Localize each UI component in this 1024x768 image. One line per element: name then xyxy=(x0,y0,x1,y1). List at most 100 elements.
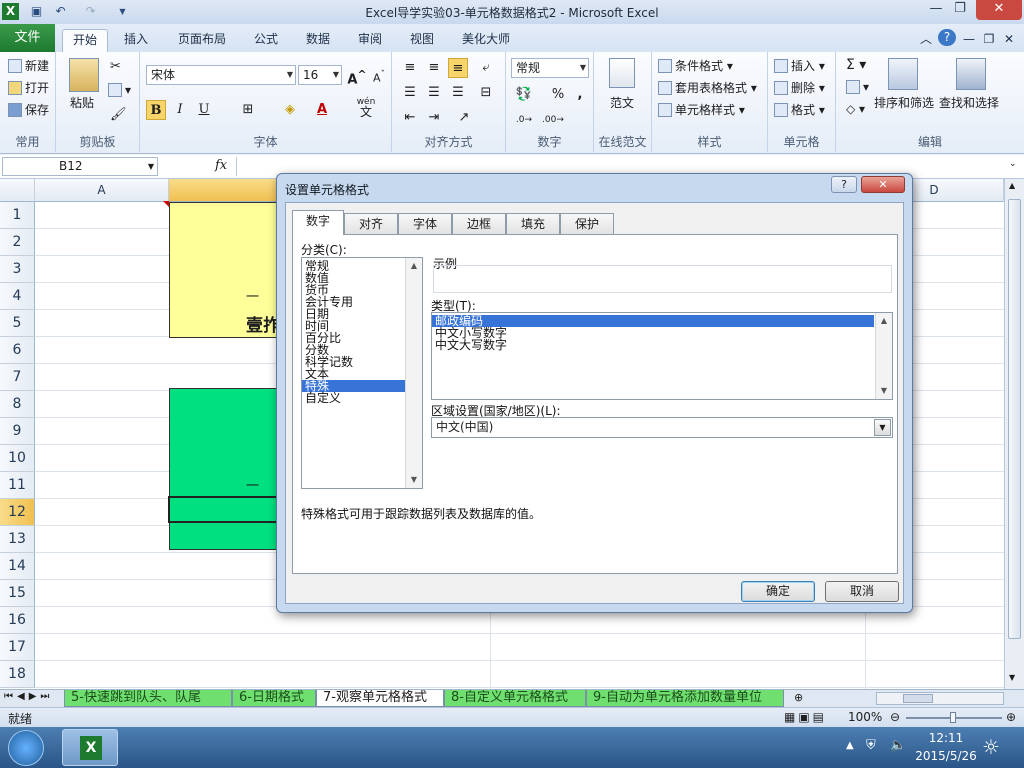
doc-close-icon[interactable]: ✕ xyxy=(1002,29,1016,52)
scroll-down-icon[interactable]: ▼ xyxy=(406,472,422,488)
row-header[interactable]: 10 xyxy=(0,445,35,472)
align-left-icon[interactable]: ☰ xyxy=(400,83,420,103)
format-painter-icon[interactable]: 🖌 xyxy=(110,107,127,122)
comma-button[interactable]: , xyxy=(570,85,590,105)
network-icon[interactable]: ⛨ xyxy=(866,738,876,753)
row-header[interactable]: 16 xyxy=(0,607,35,634)
sheet-tab-6[interactable]: 6-日期格式 xyxy=(232,690,316,707)
font-color-icon[interactable]: A xyxy=(312,100,332,120)
start-button[interactable] xyxy=(8,730,44,766)
tab-file[interactable]: 文件 xyxy=(0,24,55,52)
align-middle-icon[interactable]: ≡ xyxy=(424,58,444,78)
name-box[interactable]: B12 ▼ xyxy=(2,157,158,176)
phonetic-icon[interactable]: wén 文 xyxy=(352,97,380,118)
zoom-slider[interactable] xyxy=(906,712,1002,723)
collapse-ribbon-icon[interactable]: ︿ xyxy=(918,29,934,52)
paste-icon[interactable] xyxy=(69,58,99,92)
save-button[interactable]: 保存 xyxy=(8,101,49,118)
dialog-tab-font[interactable]: 字体 xyxy=(398,213,452,234)
row-header[interactable]: 7 xyxy=(0,364,35,391)
tab-data[interactable]: 数据 xyxy=(298,29,338,52)
copy-icon[interactable]: ▾ xyxy=(108,83,131,97)
taskbar-excel-button[interactable]: X xyxy=(62,729,118,766)
sort-filter-button[interactable]: 排序和筛选 xyxy=(874,94,934,111)
row-header[interactable]: 14 xyxy=(0,553,35,580)
zoom-out-icon[interactable]: ⊖ xyxy=(890,710,900,724)
align-bottom-icon[interactable]: ≡ xyxy=(448,58,468,78)
orientation-icon[interactable]: ↗ xyxy=(454,108,474,128)
increase-decimal-icon[interactable]: .0→ xyxy=(514,110,534,130)
new-sheet-icon[interactable]: ⊕ xyxy=(794,691,803,704)
scroll-up-icon[interactable]: ▲ xyxy=(876,313,892,329)
zoom-level[interactable]: 100% xyxy=(848,710,882,724)
underline-button[interactable]: U xyxy=(194,100,214,120)
clock-time[interactable]: 12:11 xyxy=(914,731,978,745)
tab-view[interactable]: 视图 xyxy=(402,29,442,52)
increase-indent-icon[interactable]: ⇥ xyxy=(424,108,444,128)
cut-icon[interactable]: ✂ xyxy=(110,59,121,74)
font-size-select[interactable]: 16 ▼ xyxy=(298,65,342,85)
tab-home[interactable]: 开始 xyxy=(62,29,108,52)
type-scrollbar[interactable]: ▲ ▼ xyxy=(875,313,892,399)
decrease-decimal-icon[interactable]: .00→ xyxy=(542,110,564,130)
scroll-thumb[interactable] xyxy=(1008,199,1021,639)
merge-center-icon[interactable]: ⊟ xyxy=(476,83,496,103)
type-item[interactable]: 中文大写数字 xyxy=(432,339,874,351)
row-header[interactable]: 1 xyxy=(0,202,35,229)
scroll-up-icon[interactable]: ▲ xyxy=(1009,181,1015,190)
align-right-icon[interactable]: ☰ xyxy=(448,83,468,103)
active-cell-b12[interactable] xyxy=(168,496,280,523)
type-list[interactable]: 邮政编码 中文小写数字 中文大写数字 ▲ ▼ xyxy=(431,312,893,400)
close-window-button[interactable]: ✕ xyxy=(976,0,1022,20)
zoom-in-icon[interactable]: ⊕ xyxy=(1006,710,1016,724)
row-header[interactable]: 15 xyxy=(0,580,35,607)
restore-button[interactable]: ❐ xyxy=(945,0,975,20)
number-format-select[interactable]: 常规 ▼ xyxy=(511,58,589,78)
tab-beautify[interactable]: 美化大师 xyxy=(454,29,518,52)
autosum-icon[interactable]: Σ ▾ xyxy=(846,57,866,73)
row-header[interactable]: 6 xyxy=(0,337,35,364)
cancel-button[interactable]: 取消 xyxy=(825,581,899,602)
category-item[interactable]: 自定义 xyxy=(302,392,422,404)
shrink-font-icon[interactable]: Aˇ xyxy=(369,65,389,85)
percent-button[interactable]: % xyxy=(548,85,568,105)
scroll-up-icon[interactable]: ▲ xyxy=(406,258,422,274)
scroll-down-icon[interactable]: ▼ xyxy=(876,383,892,399)
ok-button[interactable]: 确定 xyxy=(741,581,815,602)
row-header[interactable]: 12 xyxy=(0,499,35,526)
dialog-close-button[interactable]: ✕ xyxy=(861,176,905,193)
tab-page-layout[interactable]: 页面布局 xyxy=(170,29,234,52)
open-button[interactable]: 打开 xyxy=(8,79,49,96)
font-name-select[interactable]: 宋体 ▼ xyxy=(146,65,296,85)
new-button[interactable]: 新建 xyxy=(8,57,49,74)
borders-icon[interactable]: ⊞ xyxy=(238,100,258,120)
fanwen-icon[interactable] xyxy=(609,58,635,88)
row-header[interactable]: 18 xyxy=(0,661,35,688)
paste-button[interactable]: 粘贴 xyxy=(70,94,94,111)
find-select-button[interactable]: 查找和选择 xyxy=(939,94,999,111)
row-header[interactable]: 5 xyxy=(0,310,35,337)
row-header[interactable]: 2 xyxy=(0,229,35,256)
volume-icon[interactable]: 🔈 xyxy=(890,738,906,753)
conditional-format-button[interactable]: 条件格式 ▾ xyxy=(658,57,733,74)
format-cells-button[interactable]: 格式 ▾ xyxy=(774,101,825,118)
row-header[interactable]: 9 xyxy=(0,418,35,445)
row-header[interactable]: 8 xyxy=(0,391,35,418)
select-all-corner[interactable] xyxy=(0,179,35,202)
find-select-icon[interactable] xyxy=(956,58,986,90)
category-list[interactable]: 常规 数值 货币 会计专用 日期 时间 百分比 分数 科学记数 文本 特殊 自定义 ▲ ▼ xyxy=(301,257,423,489)
sheet-tab-8[interactable]: 8-自定义单元格格式 xyxy=(444,690,586,707)
sheet-tab-9[interactable]: 9-自动为单元格添加数量单位 xyxy=(586,690,784,707)
view-buttons-icon[interactable]: ▦▣▤ xyxy=(784,710,827,724)
tray-expand-icon[interactable]: ▲ xyxy=(846,740,854,751)
align-top-icon[interactable]: ≡ xyxy=(400,58,420,78)
scroll-down-icon[interactable]: ▼ xyxy=(1009,673,1015,682)
help-icon[interactable]: ? xyxy=(938,29,956,46)
fill-color-icon[interactable]: ◈ xyxy=(280,100,300,120)
column-header-a[interactable]: A xyxy=(35,179,169,202)
locale-select[interactable]: 中文(中国) ▼ xyxy=(431,417,893,438)
italic-button[interactable]: I xyxy=(170,100,190,120)
cell-styles-button[interactable]: 单元格样式 ▾ xyxy=(658,101,745,118)
dialog-tab-alignment[interactable]: 对齐 xyxy=(344,213,398,234)
dialog-help-button[interactable]: ? xyxy=(831,176,857,193)
